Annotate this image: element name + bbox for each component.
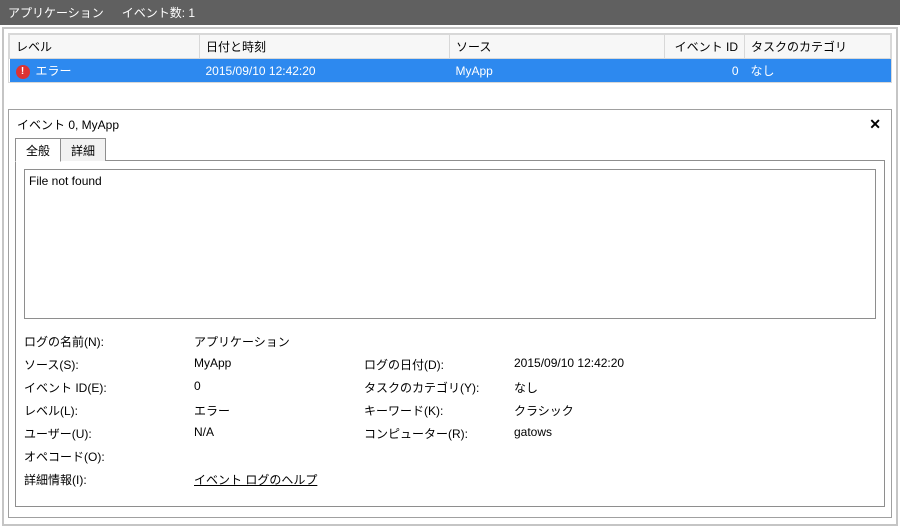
column-level[interactable]: レベル — [10, 35, 200, 59]
cell-level-text: エラー — [36, 64, 72, 78]
spacer — [8, 83, 892, 105]
value-source: MyApp — [194, 356, 364, 373]
event-metadata: ログの名前(N): アプリケーション ソース(S): MyApp ログの日付(D… — [24, 333, 876, 488]
cell-event-id: 0 — [665, 59, 745, 83]
tab-general[interactable]: 全般 — [15, 138, 61, 162]
table-row[interactable]: ! エラー 2015/09/10 12:42:20 MyApp 0 なし — [10, 59, 891, 83]
label-source: ソース(S): — [24, 356, 194, 373]
log-title: アプリケーション — [8, 4, 104, 21]
detail-title: イベント 0, MyApp — [17, 116, 119, 133]
column-source[interactable]: ソース — [450, 35, 665, 59]
value-task-category: なし — [514, 379, 876, 396]
value-log-name: アプリケーション — [194, 333, 364, 350]
error-icon: ! — [16, 65, 30, 79]
event-detail-panel: イベント 0, MyApp ✕ 全般 詳細 File not found ログの… — [8, 109, 892, 518]
value-user: N/A — [194, 425, 364, 442]
label-log-date: ログの日付(D): — [364, 356, 514, 373]
label-opcode: オペコード(O): — [24, 448, 194, 465]
close-icon[interactable]: ✕ — [867, 116, 883, 133]
events-table: レベル 日付と時刻 ソース イベント ID タスクのカテゴリ ! エラー 2015… — [9, 34, 891, 82]
label-log-name: ログの名前(N): — [24, 333, 194, 350]
label-more-info: 詳細情報(I): — [24, 471, 194, 488]
tab-general-page: File not found ログの名前(N): アプリケーション ソース(S)… — [15, 160, 885, 507]
log-header: アプリケーション イベント数: 1 — [0, 0, 900, 25]
label-event-id: イベント ID(E): — [24, 379, 194, 396]
tab-details[interactable]: 詳細 — [60, 138, 106, 161]
cell-level: ! エラー — [10, 59, 200, 83]
label-level: レベル(L): — [24, 402, 194, 419]
column-task-category[interactable]: タスクのカテゴリ — [745, 35, 891, 59]
cell-source: MyApp — [450, 59, 665, 83]
label-user: ユーザー(U): — [24, 425, 194, 442]
value-event-id: 0 — [194, 379, 364, 396]
event-count: イベント数: 1 — [122, 4, 195, 21]
label-computer: コンピューター(R): — [364, 425, 514, 442]
content-area: レベル 日付と時刻 ソース イベント ID タスクのカテゴリ ! エラー 2015… — [2, 27, 898, 526]
column-datetime[interactable]: 日付と時刻 — [200, 35, 450, 59]
cell-task-category: なし — [745, 59, 891, 83]
value-keyword: クラシック — [514, 402, 876, 419]
value-computer: gatows — [514, 425, 876, 442]
column-event-id[interactable]: イベント ID — [665, 35, 745, 59]
label-task-category: タスクのカテゴリ(Y): — [364, 379, 514, 396]
value-opcode — [194, 448, 364, 465]
detail-title-row: イベント 0, MyApp ✕ — [15, 116, 885, 137]
event-viewer-window: アプリケーション イベント数: 1 レベル 日付と時刻 ソース イベント ID … — [0, 0, 900, 525]
label-keyword: キーワード(K): — [364, 402, 514, 419]
event-log-help-link[interactable]: イベント ログのヘルプ — [194, 471, 364, 488]
value-log-date: 2015/09/10 12:42:20 — [514, 356, 876, 373]
value-level: エラー — [194, 402, 364, 419]
events-table-wrapper: レベル 日付と時刻 ソース イベント ID タスクのカテゴリ ! エラー 2015… — [8, 33, 892, 83]
event-message[interactable]: File not found — [24, 169, 876, 319]
table-header-row: レベル 日付と時刻 ソース イベント ID タスクのカテゴリ — [10, 35, 891, 59]
cell-datetime: 2015/09/10 12:42:20 — [200, 59, 450, 83]
detail-tabs: 全般 詳細 — [15, 137, 885, 161]
